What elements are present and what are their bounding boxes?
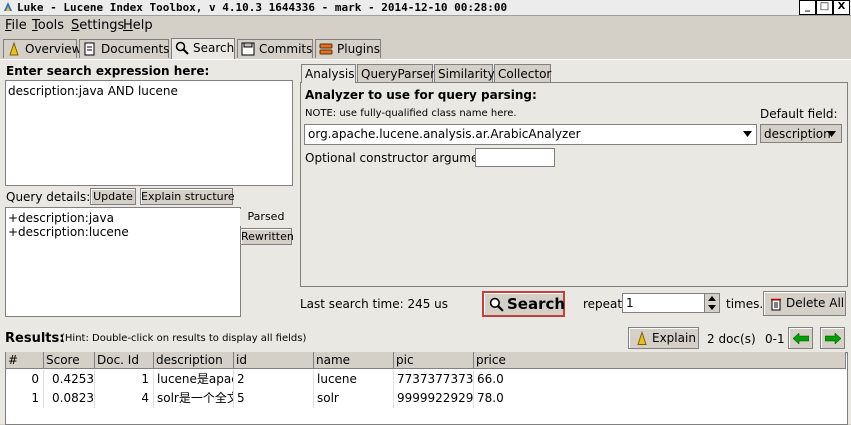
menu-settings[interactable]: Settings <box>71 18 124 33</box>
tab-documents[interactable]: Documents <box>79 39 169 58</box>
update-button[interactable]: Update <box>90 188 136 205</box>
last-search-time: Last search time: 245 us <box>300 297 449 311</box>
cell-id: 2 <box>234 370 314 389</box>
search-expression-text: description:java AND lucene <box>8 84 178 98</box>
next-page-button[interactable] <box>820 327 845 349</box>
arrow-left-icon <box>793 333 809 344</box>
search-button[interactable]: Search <box>482 291 565 317</box>
times-label: times. <box>726 297 764 311</box>
repeat-spinner-buttons[interactable] <box>704 293 720 313</box>
subtab-collector[interactable]: Collector <box>494 64 551 82</box>
cell-price: 78.0 <box>477 391 504 405</box>
close-button[interactable]: X <box>833 0 850 15</box>
overview-icon <box>9 42 19 56</box>
ctor-arg-input[interactable] <box>475 148 555 167</box>
col-header-price[interactable]: price <box>474 352 846 369</box>
chevron-up-icon[interactable] <box>708 296 716 301</box>
parsed-button[interactable]: Parsed <box>240 209 292 226</box>
chevron-down-icon <box>743 131 752 137</box>
cell-name: lucene <box>314 370 394 389</box>
cell-description: lucene是apac <box>154 370 234 389</box>
cell-score: 0.0823 <box>44 389 95 408</box>
tab-overview[interactable]: Overview <box>3 39 82 58</box>
cell-pic: 99999229292 <box>394 389 474 408</box>
menu-file[interactable]: File <box>5 18 27 33</box>
col-header-description[interactable]: description <box>154 352 234 369</box>
repeat-spinner-input[interactable]: 1 <box>622 293 706 313</box>
search-expression-label: Enter search expression here: <box>6 64 210 78</box>
delete-all-button[interactable]: Delete All <box>763 291 846 316</box>
cell-num: 0 <box>6 370 44 389</box>
result-range: 0-1 <box>765 332 785 346</box>
explain-structure-button[interactable]: Explain structure <box>140 188 235 205</box>
default-field-label: Default field: <box>760 107 838 121</box>
tab-search[interactable]: Search <box>171 38 235 59</box>
minimize-button[interactable]: _ <box>799 0 816 15</box>
doc-count: 2 doc(s) <box>707 332 756 346</box>
analyzer-note: NOTE: use fully-qualified class name her… <box>305 108 517 119</box>
luke-app-icon <box>4 2 12 11</box>
cell-docid: 1 <box>95 370 154 389</box>
window-title: Luke - Lucene Index Toolbox, v 4.10.3 16… <box>17 1 508 14</box>
default-field-combo[interactable]: description <box>760 124 842 143</box>
explain-icon <box>637 331 647 345</box>
cell-score: 0.4253 <box>44 370 95 389</box>
explain-button[interactable]: Explain <box>628 327 699 349</box>
subtab-queryparser[interactable]: QueryParser <box>357 64 435 82</box>
analyzer-combo[interactable]: org.apache.lucene.analysis.ar.ArabicAnal… <box>304 124 757 145</box>
table-row[interactable]: 1 0.0823 4 solr是一个全文 5 solr 99999229292 … <box>6 389 846 408</box>
search-icon <box>175 41 189 55</box>
menu-tools[interactable]: Tools <box>32 18 64 33</box>
plugins-icon <box>319 43 333 55</box>
results-hint: (Hint: Double-click on results to displa… <box>61 333 307 344</box>
search-icon <box>489 297 504 312</box>
subtab-analysis[interactable]: Analysis <box>301 64 356 83</box>
chevron-down-icon <box>827 131 836 137</box>
commits-icon <box>241 42 255 56</box>
col-header-num[interactable]: # <box>6 352 44 369</box>
analyzer-value: org.apache.lucene.analysis.ar.ArabicAnal… <box>308 127 581 141</box>
results-label: Results: <box>5 331 65 346</box>
ctor-arg-label: Optional constructor argument: <box>305 151 495 165</box>
col-header-docid[interactable]: Doc. Id <box>95 352 154 369</box>
menu-bar: File Tools Settings Help <box>0 16 851 36</box>
table-row[interactable]: 0 0.4253 1 lucene是apac 2 lucene 77373773… <box>6 370 846 389</box>
maximize-button[interactable]: □ <box>816 0 833 15</box>
chevron-down-icon[interactable] <box>708 305 716 310</box>
col-header-score[interactable]: Score <box>44 352 95 369</box>
cell-pic: 77373773737 <box>394 370 474 389</box>
default-field-value: description <box>764 127 831 141</box>
search-expression-input[interactable]: description:java AND lucene <box>5 80 293 186</box>
repeat-label: repeat <box>583 297 623 311</box>
arrow-right-icon <box>825 333 841 344</box>
tab-plugins[interactable]: Plugins <box>315 39 381 58</box>
documents-icon <box>84 42 95 56</box>
col-header-name[interactable]: name <box>314 352 394 369</box>
search-button-label: Search <box>507 295 566 313</box>
cell-docid: 4 <box>95 389 154 408</box>
cell-description: solr是一个全文 <box>154 389 234 408</box>
parsed-query-area[interactable]: +description:java +description:lucene <box>5 207 241 317</box>
parsed-query-text: +description:java +description:lucene <box>8 211 129 239</box>
title-bar: Luke - Lucene Index Toolbox, v 4.10.3 16… <box>0 0 851 16</box>
cell-id: 5 <box>234 389 314 408</box>
rewritten-button[interactable]: Rewritten <box>240 228 294 245</box>
tab-commits[interactable]: Commits <box>237 39 313 58</box>
cell-name: solr <box>314 389 394 408</box>
delete-all-label: Delete All <box>786 296 845 310</box>
col-header-id[interactable]: id <box>234 352 314 369</box>
query-details-label: Query details: <box>6 190 91 204</box>
subtab-similarity[interactable]: Similarity <box>434 64 495 82</box>
menu-help[interactable]: Help <box>123 18 153 33</box>
analyzer-heading: Analyzer to use for query parsing: <box>305 88 537 102</box>
previous-page-button[interactable] <box>788 327 813 349</box>
cell-price: 66.0 <box>477 372 504 386</box>
explain-label: Explain <box>652 331 696 345</box>
trash-icon <box>771 298 781 311</box>
cell-num: 1 <box>6 389 44 408</box>
col-header-pic[interactable]: pic <box>394 352 474 369</box>
